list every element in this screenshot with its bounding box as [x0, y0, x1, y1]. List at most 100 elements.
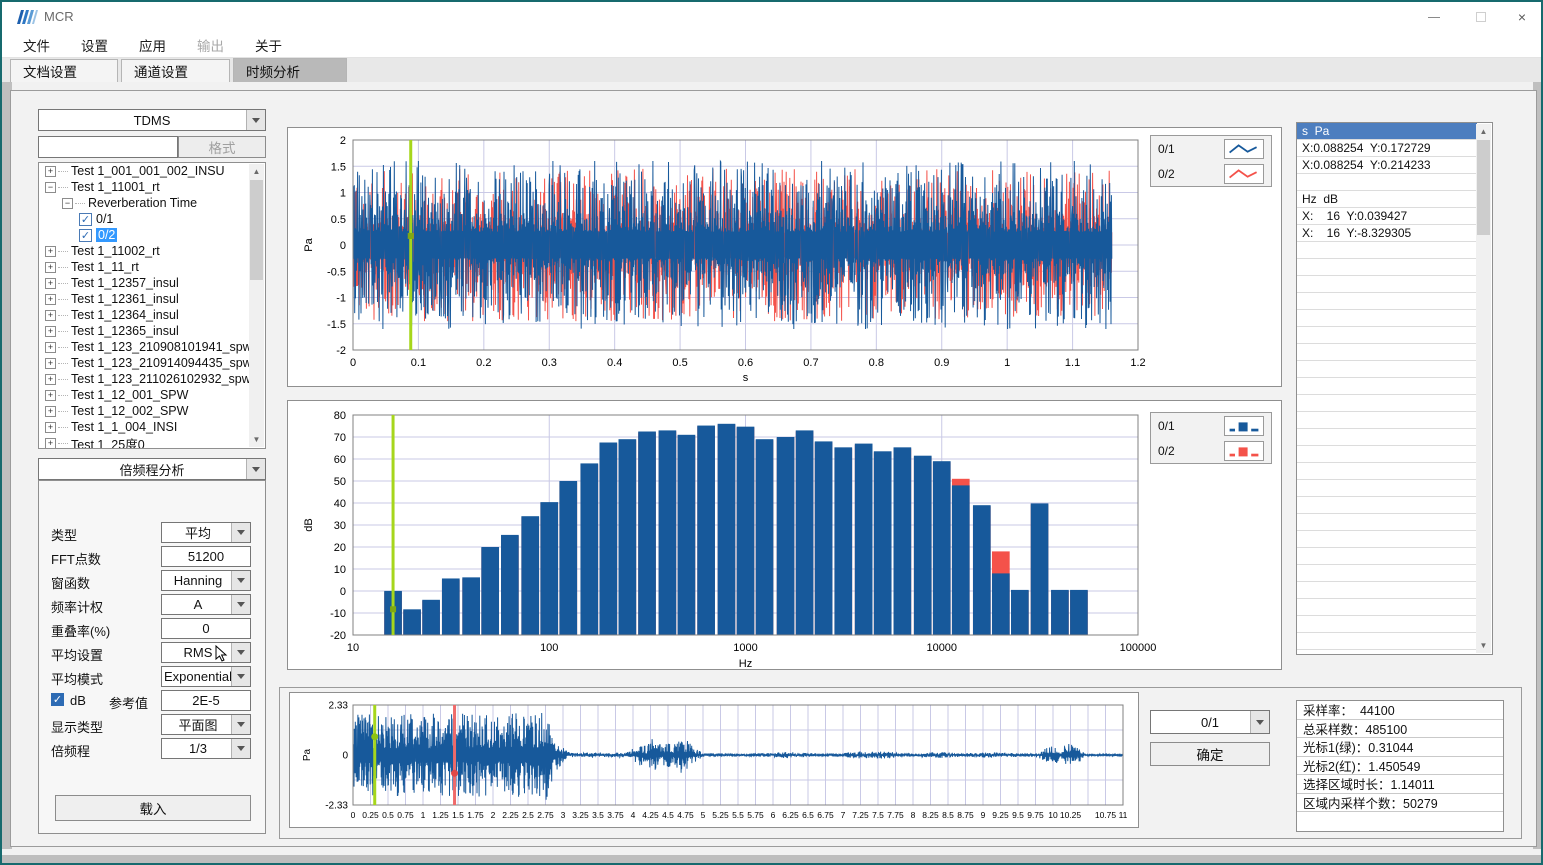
readout-row[interactable] — [1297, 293, 1477, 310]
collapse-icon[interactable]: − — [45, 182, 56, 193]
readout-row[interactable] — [1297, 412, 1477, 429]
legend-item-0/1[interactable]: 0/1 — [1151, 413, 1271, 438]
expand-icon[interactable]: + — [45, 406, 56, 417]
readout-row[interactable] — [1297, 582, 1477, 599]
frequency-weighting-select[interactable]: A — [161, 594, 251, 615]
readout-row[interactable] — [1297, 259, 1477, 276]
tab-通道设置[interactable]: 通道设置 — [121, 59, 230, 82]
analysis-type-select[interactable]: 倍频程分析 — [38, 458, 266, 480]
legend-item-0/2[interactable]: 0/2 — [1151, 438, 1271, 463]
readout-row[interactable] — [1297, 480, 1477, 497]
readout-row[interactable]: X:0.088254 Y:0.214233 — [1297, 157, 1477, 174]
octave-select[interactable]: 1/3 — [161, 738, 251, 759]
db-checkbox[interactable]: ✓ — [51, 693, 64, 706]
readout-row[interactable] — [1297, 565, 1477, 582]
readout-row[interactable] — [1297, 429, 1477, 446]
confirm-button[interactable]: 确定 — [1150, 742, 1270, 766]
tree-item[interactable]: +Test 1_123_210908101941_spw — [39, 339, 265, 355]
readout-row[interactable] — [1297, 344, 1477, 361]
readout-row[interactable] — [1297, 174, 1477, 191]
expand-icon[interactable]: + — [45, 246, 56, 257]
readout-row[interactable] — [1297, 514, 1477, 531]
collapse-icon[interactable]: − — [62, 198, 73, 209]
scroll-up-icon[interactable]: ▲ — [1476, 124, 1491, 139]
expand-icon[interactable]: + — [45, 342, 56, 353]
readout-row[interactable]: X:0.088254 Y:0.172729 — [1297, 140, 1477, 157]
menu-item-设置[interactable]: 设置 — [71, 32, 118, 58]
type-select[interactable]: 平均 — [161, 522, 251, 543]
readout-row[interactable] — [1297, 327, 1477, 344]
tree-item[interactable]: +Test 1_001_001_002_INSU — [39, 163, 265, 179]
tree-scrollbar[interactable]: ▲▼ — [249, 164, 264, 447]
readout-row[interactable]: X: 16 Y:-8.329305 — [1297, 225, 1477, 242]
tree-item[interactable]: +Test 1_11_rt — [39, 259, 265, 275]
file-format-select[interactable]: TDMS — [38, 109, 266, 131]
expand-icon[interactable]: + — [45, 422, 56, 433]
legend-item-0/2[interactable]: 0/2 — [1151, 161, 1271, 186]
expand-icon[interactable]: + — [45, 374, 56, 385]
average-mode-select[interactable]: Exponential — [161, 666, 251, 687]
expand-icon[interactable]: + — [45, 278, 56, 289]
expand-icon[interactable]: + — [45, 390, 56, 401]
channel-checkbox[interactable]: ✓ — [79, 213, 92, 226]
readout-row[interactable]: Hz dB — [1297, 191, 1477, 208]
expand-icon[interactable]: + — [45, 166, 56, 177]
tree-item[interactable]: +Test 1_12_001_SPW — [39, 387, 265, 403]
scroll-down-icon[interactable]: ▼ — [249, 432, 264, 447]
readout-row[interactable] — [1297, 599, 1477, 616]
channel-select[interactable]: 0/1 — [1150, 710, 1270, 734]
tree-item[interactable]: +Test 1_12357_insul — [39, 275, 265, 291]
display-type-select[interactable]: 平面图 — [161, 714, 251, 735]
load-button[interactable]: 载入 — [55, 795, 251, 821]
tree-item[interactable]: +Test 1_12365_insul — [39, 323, 265, 339]
readout-row[interactable] — [1297, 276, 1477, 293]
tree-item[interactable]: ✓0/1 — [39, 211, 265, 227]
tree-item[interactable]: +Test 1_123_211026102932_spw — [39, 371, 265, 387]
readout-row[interactable] — [1297, 395, 1477, 412]
tree-item[interactable]: −Reverberation Time — [39, 195, 265, 211]
file-filter-input[interactable] — [38, 136, 178, 158]
menu-item-关于[interactable]: 关于 — [245, 32, 292, 58]
db-reference-input[interactable]: 2E-5 — [161, 690, 251, 711]
expand-icon[interactable]: + — [45, 358, 56, 369]
tab-时频分析[interactable]: 时频分析 — [233, 58, 347, 82]
readout-row[interactable] — [1297, 310, 1477, 327]
readout-row[interactable] — [1297, 446, 1477, 463]
readout-row[interactable] — [1297, 497, 1477, 514]
readout-row[interactable] — [1297, 242, 1477, 259]
channel-checkbox[interactable]: ✓ — [79, 229, 92, 242]
format-button[interactable]: 格式 — [178, 136, 266, 158]
readout-row[interactable]: X: 16 Y:0.039427 — [1297, 208, 1477, 225]
minimize-button[interactable] — [1417, 4, 1451, 30]
menu-item-文件[interactable]: 文件 — [13, 32, 60, 58]
readout-row[interactable] — [1297, 633, 1477, 650]
expand-icon[interactable]: + — [45, 326, 56, 337]
readout-header-row[interactable]: s Pa — [1297, 123, 1477, 140]
scroll-thumb[interactable] — [250, 180, 263, 280]
tree-item[interactable]: +Test 1_12361_insul — [39, 291, 265, 307]
readout-row[interactable] — [1297, 463, 1477, 480]
maximize-button[interactable] — [1464, 4, 1498, 30]
tree-item[interactable]: −Test 1_11001_rt — [39, 179, 265, 195]
menu-item-应用[interactable]: 应用 — [129, 32, 176, 58]
scroll-thumb[interactable] — [1477, 140, 1490, 235]
readout-row[interactable] — [1297, 548, 1477, 565]
tree-item[interactable]: +Test 1_25度0 — [39, 435, 265, 449]
average-setting-select[interactable]: RMS — [161, 642, 251, 663]
readout-row[interactable] — [1297, 361, 1477, 378]
readout-scrollbar[interactable]: ▲ ▼ — [1476, 124, 1491, 653]
readout-row[interactable] — [1297, 378, 1477, 395]
scroll-up-icon[interactable]: ▲ — [249, 164, 264, 179]
expand-icon[interactable]: + — [45, 438, 56, 449]
window-function-select[interactable]: Hanning — [161, 570, 251, 591]
expand-icon[interactable]: + — [45, 310, 56, 321]
tree-item[interactable]: +Test 1_11002_rt — [39, 243, 265, 259]
readout-row[interactable] — [1297, 531, 1477, 548]
tree-item[interactable]: +Test 1_12364_insul — [39, 307, 265, 323]
tree-item[interactable]: ✓0/2 — [39, 227, 265, 243]
legend-item-0/1[interactable]: 0/1 — [1151, 136, 1271, 161]
expand-icon[interactable]: + — [45, 294, 56, 305]
overlap-input[interactable]: 0 — [161, 618, 251, 639]
readout-row[interactable] — [1297, 616, 1477, 633]
fft-points-input[interactable]: 51200 — [161, 546, 251, 567]
